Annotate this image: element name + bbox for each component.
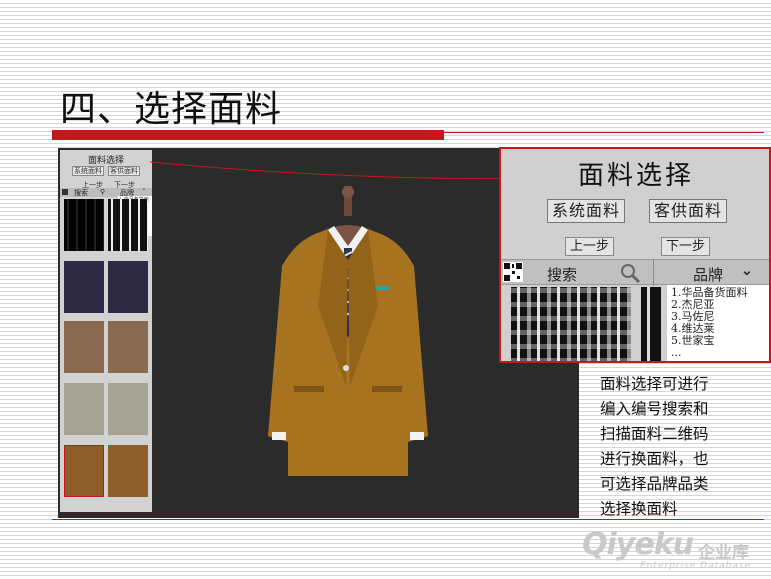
fabric-swatch-plaid[interactable]	[511, 287, 631, 361]
callout-title: 面料选择	[577, 161, 694, 191]
search-label: 搜索	[547, 266, 578, 284]
search-icon[interactable]	[619, 262, 641, 284]
description-line: 面料选择可进行	[600, 375, 709, 393]
qr-code-icon[interactable]	[503, 262, 523, 282]
zoom-callout: 面料选择 系统面料 客供面料 上一步 下一步 搜索 品牌 ⌄ 1.华品备货面料 …	[499, 147, 771, 363]
description-line: 进行换面料，也	[600, 450, 709, 468]
brand-option-more: ...	[671, 346, 682, 359]
watermark-tagline: Enterprise Database	[640, 561, 752, 571]
bottom-rule	[52, 519, 764, 520]
chevron-down-icon[interactable]: ⌄	[741, 263, 753, 279]
bar-divider	[653, 260, 654, 286]
fabric-swatch-plaid-partial[interactable]	[641, 287, 661, 361]
brand-dropdown-list[interactable]: 1.华品备货面料 2.杰尼亚 3.马佐尼 4.维达莱 5.世家宝 ...	[667, 285, 769, 361]
watermark-logo: Qiyeku	[582, 527, 694, 562]
watermark-logo-cn: 企业库	[698, 543, 749, 563]
brand-option[interactable]: 5.世家宝	[671, 335, 767, 347]
search-bar: 搜索 品牌 ⌄	[501, 259, 769, 286]
customer-fabric-button[interactable]: 客供面料	[649, 199, 728, 223]
next-step-button[interactable]: 下一步	[661, 237, 711, 256]
description-line: 扫描面料二维码	[600, 425, 709, 443]
description-line: 编入编号搜索和	[600, 400, 709, 418]
prev-step-button[interactable]: 上一步	[565, 237, 615, 256]
brand-label: 品牌	[693, 266, 724, 284]
description-line: 可选择品牌品类	[600, 475, 709, 493]
system-fabric-button[interactable]: 系统面料	[547, 199, 626, 223]
description-text: 面料选择可进行 编入编号搜索和 扫描面料二维码 进行换面料，也 可选择品牌品类 …	[600, 372, 750, 522]
